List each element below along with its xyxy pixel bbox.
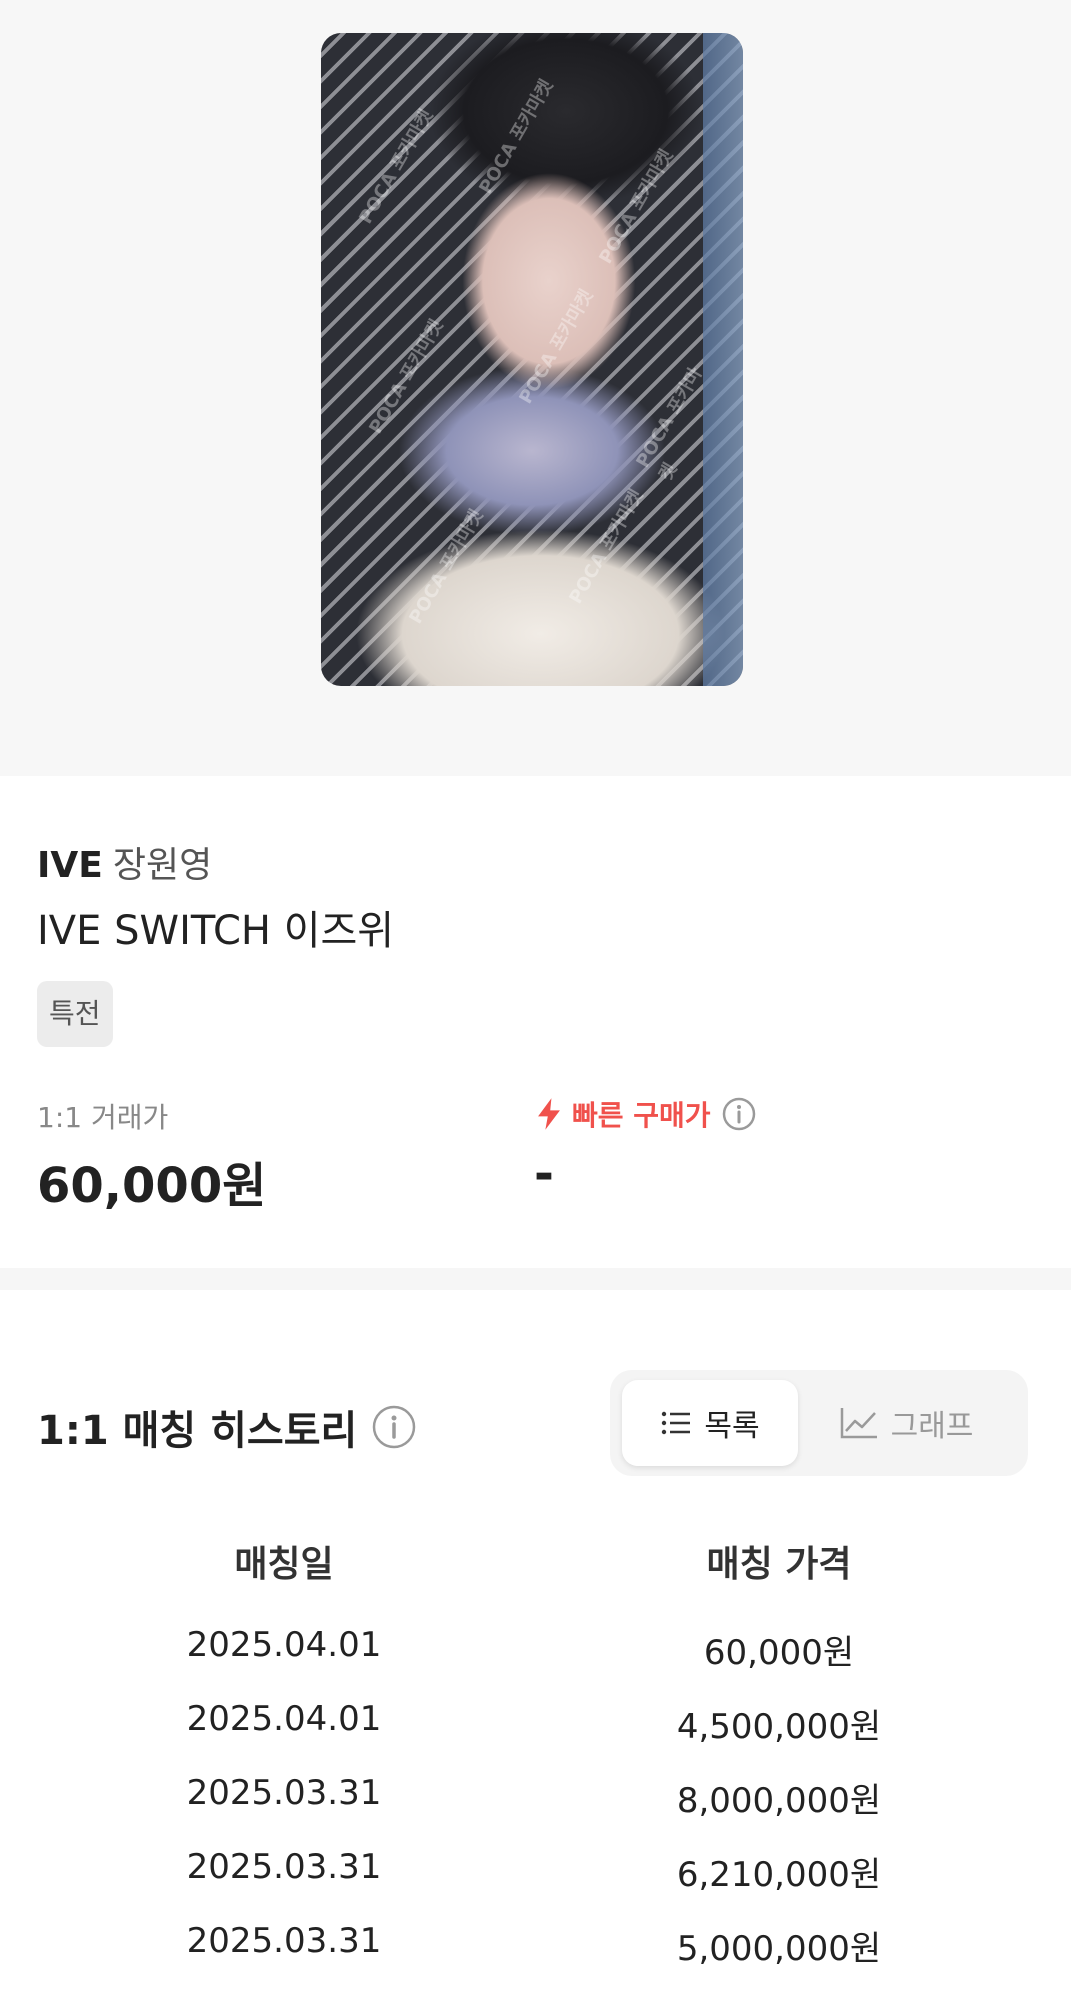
graph-view-label: 그래프 <box>890 1409 974 1444</box>
table-row: 2025.03.31 6,210,000원 <box>0 1847 1071 1921</box>
match-price: 60,000원 <box>703 1633 855 1673</box>
match-price: 4,500,000원 <box>676 1707 882 1747</box>
list-icon <box>662 1411 691 1435</box>
photo-watermark: POCA 포카마켓 <box>515 286 598 408</box>
graph-view-button[interactable]: 그래프 <box>818 1380 994 1466</box>
trade-price-label: 1:1 거래가 <box>37 1101 169 1134</box>
photo-watermark: POCA 포카마켓 <box>475 76 558 198</box>
info-icon[interactable] <box>721 1096 757 1132</box>
match-date: 2025.04.01 <box>186 1699 382 1739</box>
column-header-price: 매칭 가격 <box>706 1544 852 1585</box>
match-date: 2025.03.31 <box>186 1921 382 1961</box>
product-info: IVE 장원영 IVE SWITCH 이즈위 특전 1:1 거래가 60,000원… <box>0 776 1071 1268</box>
artist-line: IVE 장원영 <box>37 836 212 888</box>
table-row: 2025.04.01 60,000원 <box>0 1625 1071 1699</box>
trade-price-value: 60,000원 <box>37 1158 267 1214</box>
photo-watermark: POCA 포카마켓 <box>365 316 448 438</box>
photo-watermark: POCA 포카마켓 <box>595 146 678 268</box>
group-name[interactable]: IVE <box>37 845 103 886</box>
column-header-date: 매칭일 <box>234 1544 334 1585</box>
history-title: 1:1 매칭 히스토리 <box>37 1408 358 1454</box>
photocard-image[interactable]: POCA 포카마켓 POCA 포카마켓 POCA 포카마켓 POCA 포카마켓 … <box>321 33 743 686</box>
hero-image-area: POCA 포카마켓 POCA 포카마켓 POCA 포카마켓 POCA 포카마켓 … <box>0 0 1071 776</box>
table-row: 2025.04.01 4,500,000원 <box>0 1699 1071 1773</box>
matching-history-section: 1:1 매칭 히스토리 목록 그래프 매칭일 매칭 가격 2025.04.01 … <box>0 1290 1071 2007</box>
photo-watermark: POCA 포카마켓 <box>565 486 648 608</box>
match-date: 2025.03.31 <box>186 1847 382 1887</box>
section-divider <box>0 1268 1071 1290</box>
match-date: 2025.03.31 <box>186 1773 382 1813</box>
table-row: 2025.03.31 5,000,000원 <box>0 1921 1071 1995</box>
table-row: 2025.03.31 8,000,000원 <box>0 1773 1071 1847</box>
match-date: 2025.04.01 <box>186 1625 382 1665</box>
photo-curtain <box>703 33 743 686</box>
list-view-label: 목록 <box>704 1409 760 1444</box>
fast-buy-label: 빠른 구매가 <box>572 1099 711 1132</box>
list-view-button[interactable]: 목록 <box>622 1380 798 1466</box>
fast-buy-label-row: 빠른 구매가 <box>534 1094 757 1134</box>
history-title-row: 1:1 매칭 히스토리 <box>37 1398 417 1456</box>
view-toggle: 목록 그래프 <box>610 1370 1028 1476</box>
tag-badge: 특전 <box>37 981 113 1047</box>
fast-buy-value: - <box>534 1146 554 1202</box>
member-name[interactable]: 장원영 <box>113 845 212 886</box>
photo-watermark: POCA 포카마켓 <box>355 106 438 228</box>
line-chart-icon <box>840 1408 877 1439</box>
photo-watermark: POCA 포카마켓 <box>405 506 488 628</box>
lightning-bolt-icon <box>538 1098 560 1130</box>
match-price: 6,210,000원 <box>676 1855 882 1895</box>
info-icon[interactable] <box>371 1404 417 1450</box>
product-title: IVE SWITCH 이즈위 <box>37 908 395 954</box>
match-price: 8,000,000원 <box>676 1781 882 1821</box>
match-price: 5,000,000원 <box>676 1929 882 1969</box>
